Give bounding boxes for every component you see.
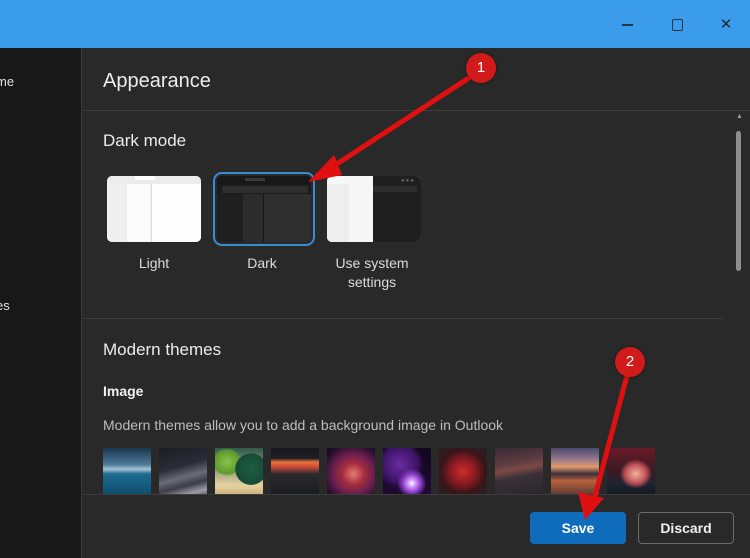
light-mode-label: Light (138, 255, 170, 271)
theme-dark-waves[interactable] (159, 448, 207, 495)
dialog-footer: Save Discard (83, 494, 750, 558)
theme-green-abstract[interactable] (215, 448, 263, 495)
minimize-button[interactable] (612, 14, 642, 36)
theme-mountain-lake[interactable] (103, 448, 151, 495)
system-mode-option[interactable]: ●●● (327, 176, 421, 242)
theme-red-flowers[interactable] (439, 448, 487, 495)
dark-mode-label: Dark (247, 255, 277, 271)
annotation-badge-2: 2 (615, 347, 645, 377)
modern-themes-heading: Modern themes (103, 340, 222, 359)
appearance-panel: Appearance Dark mode Light Dark ●●● Use … (83, 48, 750, 558)
annotation-badge-1: 1 (466, 53, 496, 83)
themes-description: Modern themes allow you to add a backgro… (103, 417, 504, 433)
vertical-scrollbar[interactable]: ▲ ▼ (736, 113, 743, 534)
scroll-thumb[interactable] (736, 131, 741, 271)
close-icon: ✕ (719, 16, 733, 33)
minimize-icon (621, 24, 633, 26)
discard-button[interactable]: Discard (638, 512, 734, 544)
theme-swirl-abstract[interactable] (327, 448, 375, 495)
theme-purple-spheres[interactable] (383, 448, 431, 495)
maximize-icon (671, 19, 683, 32)
theme-gallery (103, 448, 663, 495)
title-divider (83, 110, 750, 111)
system-mode-label: Use system settings (335, 255, 409, 290)
scroll-up-arrow-icon[interactable]: ▲ (736, 113, 743, 120)
settings-sidebar: me es (0, 48, 82, 558)
title-bar: ✕ (0, 0, 750, 48)
theme-sunset-lake[interactable] (551, 448, 599, 495)
theme-tent-night[interactable] (607, 448, 655, 495)
maximize-button[interactable] (662, 14, 692, 36)
theme-lava-landscape[interactable] (271, 448, 319, 495)
dark-mode-option[interactable] (213, 172, 315, 246)
theme-desert-dunes[interactable] (495, 448, 543, 495)
dark-mode-heading: Dark mode (103, 131, 187, 150)
section-divider (83, 318, 723, 319)
image-subheading: Image (103, 383, 144, 399)
sidebar-item-theme[interactable]: me (0, 74, 14, 89)
light-mode-option[interactable] (107, 176, 201, 242)
page-title: Appearance (103, 70, 211, 92)
sidebar-item-preferences[interactable]: es (0, 298, 10, 313)
close-button[interactable]: ✕ (711, 14, 741, 36)
save-button[interactable]: Save (530, 512, 626, 544)
